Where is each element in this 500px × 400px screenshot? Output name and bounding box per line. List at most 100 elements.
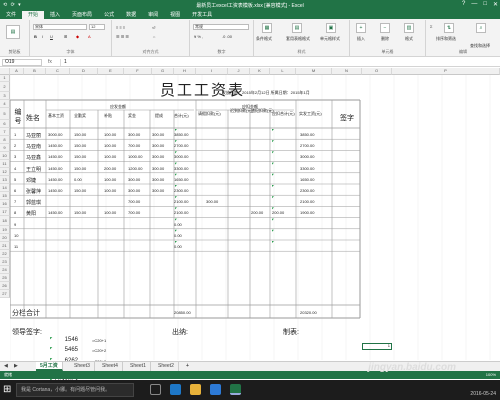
sheet-tab-sheet3[interactable]: Sheet3 xyxy=(70,362,95,371)
table-cell-bonus[interactable]: 300.00 xyxy=(128,188,140,193)
table-cell-net[interactable]: 2100.00 xyxy=(300,199,314,204)
table-cell-total[interactable]: 2100.00 xyxy=(174,210,188,215)
format-cells-button[interactable]: 格式 xyxy=(405,36,413,42)
table-cell-sub[interactable]: 100.00 xyxy=(104,143,116,148)
fx-icon[interactable]: fx xyxy=(48,59,52,65)
table-cell-base[interactable]: 1450.00 xyxy=(48,210,62,215)
bold-icon[interactable]: B xyxy=(34,34,37,39)
tab-developer[interactable]: 开发工具 xyxy=(186,11,218,19)
fill-color-icon[interactable]: ◆ xyxy=(76,34,79,39)
row-header[interactable]: 16 xyxy=(0,200,10,208)
table-cell-no[interactable]: 5 xyxy=(14,177,16,182)
table-cell-bonus[interactable]: 300.00 xyxy=(128,177,140,182)
task-view-icon[interactable] xyxy=(150,384,161,395)
zoom-level[interactable]: 100% xyxy=(486,372,496,377)
table-cell-disc[interactable]: 200.00 xyxy=(251,210,263,215)
sheet-tab-sheet2[interactable]: Sheet2 xyxy=(154,362,179,371)
row-header[interactable]: 12 xyxy=(0,168,10,176)
conditional-format-button[interactable]: 条件格式 xyxy=(256,36,272,42)
tab-review[interactable]: 审阅 xyxy=(142,11,164,19)
format-cells-icon[interactable]: ▥ xyxy=(404,23,414,33)
name-box[interactable]: O19 xyxy=(2,59,42,66)
sort-filter-button[interactable]: 排序和筛选 xyxy=(436,36,456,42)
column-header[interactable]: G xyxy=(152,68,174,75)
number-format-select[interactable]: 常规 xyxy=(193,24,249,30)
tab-formulas[interactable]: 公式 xyxy=(98,11,120,19)
row-header[interactable]: 8 xyxy=(0,136,10,144)
table-cell-total[interactable]: 3000.00 xyxy=(174,154,188,159)
format-table-button[interactable]: 套用表格格式 xyxy=(286,36,310,42)
table-cell-comm[interactable]: 300.00 xyxy=(152,143,164,148)
table-cell-name[interactable]: 张馨萍 xyxy=(26,188,41,195)
font-size-select[interactable]: 12 xyxy=(89,24,105,30)
align-left-icon[interactable]: ☰ ☰ ☰ xyxy=(116,34,129,39)
sheet-tab-5[interactable]: 5月工资 xyxy=(36,362,63,371)
row-header[interactable]: 10 xyxy=(0,152,10,160)
table-cell-base[interactable]: 1450.00 xyxy=(48,154,62,159)
column-header[interactable]: M xyxy=(296,68,332,75)
wrap-text-icon[interactable]: ⏎ xyxy=(152,25,155,30)
table-cell-sub[interactable]: 100.00 xyxy=(104,177,116,182)
tab-file[interactable]: 文件 xyxy=(0,11,22,19)
table-cell-total[interactable]: 0.00 xyxy=(174,233,182,238)
table-cell-no[interactable]: 11 xyxy=(14,244,18,249)
row-header[interactable]: 14 xyxy=(0,184,10,192)
table-cell-comm[interactable]: 300.00 xyxy=(152,154,164,159)
row-header[interactable]: 4 xyxy=(0,100,10,108)
table-cell-comm[interactable]: 300.00 xyxy=(152,166,164,171)
select-all-corner[interactable] xyxy=(0,68,10,75)
list-number[interactable]: 5465 xyxy=(20,347,78,353)
table-cell-base[interactable]: 1450.00 xyxy=(48,166,62,171)
table-cell-bonus[interactable]: 700.00 xyxy=(128,210,140,215)
table-cell-total[interactable]: 3850.00 xyxy=(174,132,188,137)
font-color-icon[interactable]: A xyxy=(88,34,91,39)
table-cell-base[interactable]: 1450.00 xyxy=(48,143,62,148)
table-cell-name[interactable]: 马亚鑫 xyxy=(26,154,41,161)
row-header[interactable]: 23 xyxy=(0,258,10,266)
table-cell-no[interactable]: 10 xyxy=(14,233,18,238)
row-header[interactable]: 11 xyxy=(0,160,10,168)
italic-icon[interactable]: I xyxy=(42,34,43,39)
decimal-icon[interactable]: .0 .00 xyxy=(222,34,232,39)
table-cell-net[interactable]: 1900.00 xyxy=(300,210,314,215)
font-name-select[interactable]: 宋体 xyxy=(33,24,87,30)
delete-cells-button[interactable]: 删除 xyxy=(381,36,389,42)
column-header[interactable]: D xyxy=(70,68,98,75)
row-header[interactable]: 2 xyxy=(0,82,10,92)
table-cell-full[interactable]: 150.00 xyxy=(74,210,86,215)
column-header[interactable]: H xyxy=(174,68,196,75)
formula-input[interactable]: 1 xyxy=(60,59,498,66)
table-cell-base[interactable]: 3000.00 xyxy=(48,132,62,137)
table-cell-no[interactable]: 8 xyxy=(14,210,16,215)
cell-styles-icon[interactable]: ▣ xyxy=(326,23,336,33)
table-cell-bonus[interactable]: 300.00 xyxy=(128,132,140,137)
table-cell-bonus[interactable]: 1200.00 xyxy=(128,166,142,171)
table-cell-leave[interactable]: 300.00 xyxy=(206,199,218,204)
add-sheet-icon[interactable]: + xyxy=(182,362,193,371)
close-icon[interactable]: ✕ xyxy=(493,1,498,8)
minimize-icon[interactable]: — xyxy=(471,1,477,8)
table-cell-name[interactable]: 黄阳 xyxy=(26,210,36,217)
list-number[interactable]: 1546 xyxy=(20,337,78,343)
format-table-icon[interactable]: ▤ xyxy=(292,23,302,33)
table-cell-bonus[interactable]: 700.00 xyxy=(128,143,140,148)
column-header[interactable]: K xyxy=(250,68,270,75)
underline-icon[interactable]: U xyxy=(50,34,53,39)
row-header[interactable]: 6 xyxy=(0,120,10,128)
table-cell-name[interactable]: 马亚丽 xyxy=(26,132,41,139)
table-cell-full[interactable]: 0.00 xyxy=(74,177,82,182)
column-header[interactable]: I xyxy=(196,68,228,75)
table-cell-total[interactable]: 0.00 xyxy=(174,244,182,249)
table-cell-no[interactable]: 2 xyxy=(14,143,16,148)
table-cell-base[interactable]: 1450.00 xyxy=(48,188,62,193)
table-cell-sub[interactable]: 100.00 xyxy=(104,210,116,215)
column-header[interactable]: N xyxy=(332,68,362,75)
table-cell-bonus[interactable]: 1000.00 xyxy=(128,154,142,159)
column-header[interactable]: A xyxy=(10,68,24,75)
table-cell-comm[interactable]: 300.00 xyxy=(152,132,164,137)
table-cell-total[interactable]: 0.00 xyxy=(174,222,182,227)
row-header[interactable]: 24 xyxy=(0,266,10,274)
row-header[interactable]: 9 xyxy=(0,144,10,152)
table-cell-full[interactable]: 150.00 xyxy=(74,132,86,137)
table-cell-no[interactable]: 4 xyxy=(14,166,16,171)
